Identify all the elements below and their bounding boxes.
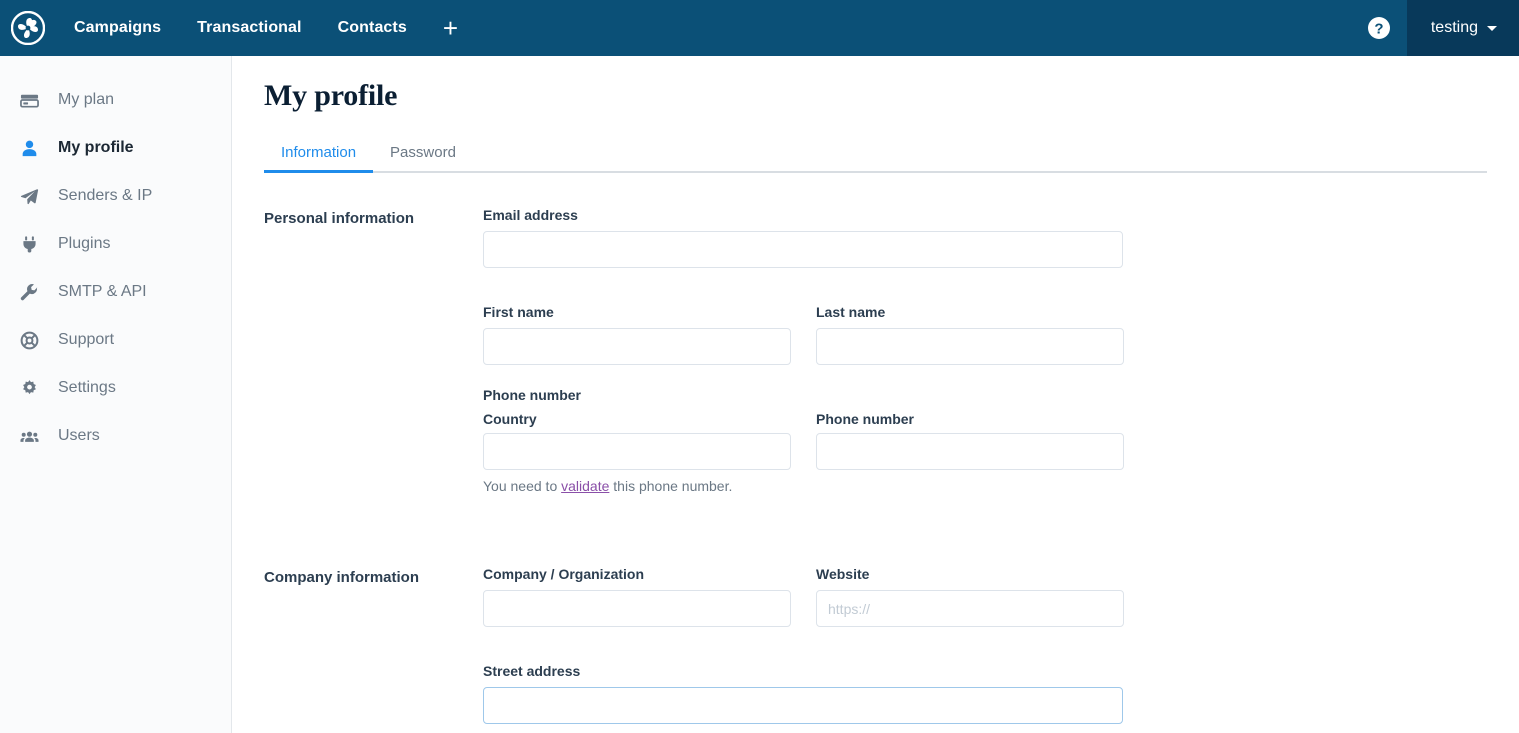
sidebar-item-label: My plan xyxy=(58,91,115,108)
sidebar-item-label: Users xyxy=(58,427,100,444)
sidebar-item-label: Senders & IP xyxy=(58,187,153,204)
sidebar-navigation: My plan My profile Senders & IP Plugins xyxy=(0,56,232,733)
personal-information-fields: Email address First name Last name Phone… xyxy=(483,207,1519,514)
page-title: My profile xyxy=(264,79,398,112)
company-fields-row: Company / Organization Website xyxy=(483,566,1519,649)
question-circle-icon: ? xyxy=(1367,17,1390,39)
svg-text:?: ? xyxy=(1374,20,1383,37)
wrench-icon xyxy=(20,283,48,302)
company-name-label: Company / Organization xyxy=(483,566,645,582)
email-field-group: Email address xyxy=(483,207,1519,268)
users-icon xyxy=(20,427,48,446)
name-fields-row: First name Last name xyxy=(483,304,1519,387)
top-navigation-bar: Campaigns Transactional Contacts + ? tes… xyxy=(0,0,1519,56)
street-address-label: Street address xyxy=(483,663,581,679)
paper-plane-icon xyxy=(20,187,48,206)
nav-item-campaigns[interactable]: Campaigns xyxy=(56,0,179,56)
company-name-field-group: Company / Organization xyxy=(483,566,791,627)
country-input[interactable] xyxy=(483,433,791,470)
company-name-input[interactable] xyxy=(483,590,791,627)
plug-icon xyxy=(20,235,48,254)
tab-password[interactable]: Password xyxy=(373,144,473,171)
company-information-fields: Company / Organization Website Street ad… xyxy=(483,566,1519,733)
sidebar-item-label: Settings xyxy=(58,379,116,396)
help-button[interactable]: ? xyxy=(1351,0,1407,56)
nav-item-contacts[interactable]: Contacts xyxy=(320,0,425,56)
sidebar-item-settings[interactable]: Settings xyxy=(0,364,231,412)
street-address-input[interactable] xyxy=(483,687,1123,724)
street-address-field-group: Street address xyxy=(483,663,1519,724)
sendinblue-pinwheel-logo-icon xyxy=(11,11,45,45)
profile-tabs: Information Password xyxy=(264,137,1487,173)
country-label: Country xyxy=(483,411,537,427)
first-name-label: First name xyxy=(483,304,554,320)
account-menu-button[interactable]: testing xyxy=(1406,0,1519,56)
sidebar-item-label: Support xyxy=(58,331,115,348)
sidebar-item-label: Plugins xyxy=(58,235,111,252)
last-name-field-group: Last name xyxy=(816,304,1124,365)
email-input[interactable] xyxy=(483,231,1123,268)
phone-number-input[interactable] xyxy=(816,433,1124,470)
website-input[interactable] xyxy=(816,590,1124,627)
website-label: Website xyxy=(816,566,870,582)
life-ring-icon xyxy=(20,331,48,350)
last-name-label: Last name xyxy=(816,304,886,320)
sidebar-item-my-plan[interactable]: My plan xyxy=(0,76,231,124)
phone-validation-note: You need to validate this phone number. xyxy=(483,478,1519,494)
account-name-label: testing xyxy=(1430,19,1478,36)
profile-form: Personal information Email address First… xyxy=(264,207,1519,733)
sidebar-item-label: SMTP & API xyxy=(58,283,147,300)
phone-note-prefix: You need to xyxy=(483,478,562,494)
company-information-section: Company information Company / Organizati… xyxy=(264,566,1519,733)
sidebar-item-label: My profile xyxy=(58,139,134,156)
gear-icon xyxy=(20,379,48,398)
phone-note-suffix: this phone number. xyxy=(609,478,733,494)
phone-number-field-group: Phone number xyxy=(816,411,1124,470)
credit-card-icon xyxy=(20,91,48,110)
sidebar-item-my-profile[interactable]: My profile xyxy=(0,124,231,172)
phone-group-label: Phone number xyxy=(483,387,582,403)
last-name-input[interactable] xyxy=(816,328,1124,365)
email-label: Email address xyxy=(483,207,578,223)
app-logo[interactable] xyxy=(0,0,56,56)
nav-item-transactional[interactable]: Transactional xyxy=(179,0,319,56)
sidebar-item-support[interactable]: Support xyxy=(0,316,231,364)
personal-information-heading: Personal information xyxy=(264,210,415,227)
website-field-group: Website xyxy=(816,566,1124,627)
company-information-heading: Company information xyxy=(264,569,420,586)
user-icon xyxy=(20,139,48,158)
sidebar-item-senders-ip[interactable]: Senders & IP xyxy=(0,172,231,220)
add-new-button[interactable]: + xyxy=(425,0,476,56)
first-name-input[interactable] xyxy=(483,328,791,365)
caret-down-icon xyxy=(1487,25,1497,31)
sidebar-item-users[interactable]: Users xyxy=(0,412,231,460)
country-field-group: Country xyxy=(483,411,791,470)
validate-phone-link[interactable]: validate xyxy=(561,478,609,494)
sidebar-item-smtp-api[interactable]: SMTP & API xyxy=(0,268,231,316)
main-content-area: My profile Information Password Personal… xyxy=(232,56,1519,733)
tab-information[interactable]: Information xyxy=(264,144,374,173)
phone-number-label: Phone number xyxy=(816,411,915,427)
personal-information-section: Personal information Email address First… xyxy=(264,207,1519,514)
primary-nav-links: Campaigns Transactional Contacts + xyxy=(56,0,476,56)
first-name-field-group: First name xyxy=(483,304,791,365)
sidebar-item-plugins[interactable]: Plugins xyxy=(0,220,231,268)
